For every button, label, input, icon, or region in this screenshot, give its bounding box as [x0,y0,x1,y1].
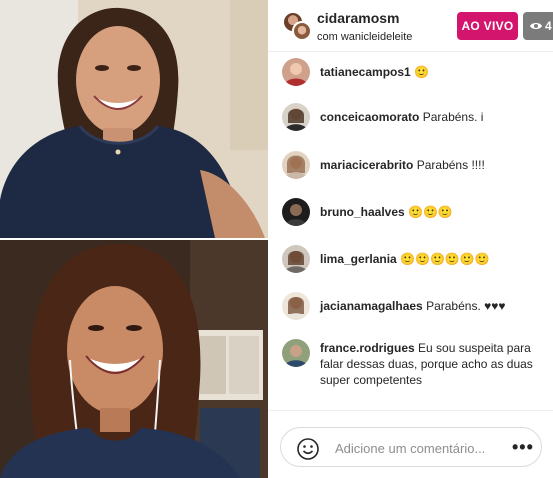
more-options-icon[interactable]: ••• [512,437,534,458]
comment-body: 🙂🙂🙂 [408,205,453,219]
live-chat-panel: cidaramosm com wanicleideleite AO VIVO 4… [268,0,553,478]
viewer-count: 4 [545,19,552,33]
comment-text: jacianamagalhaes Parabéns. ♥♥♥ [320,298,552,314]
comment-item: conceicaomorato Parabéns. i [282,103,548,133]
commenter-avatar[interactable] [282,198,310,226]
commenter-avatar[interactable] [282,103,310,131]
commenter-avatar[interactable] [282,245,310,273]
host-avatar[interactable] [282,11,312,41]
comment-item: lima_gerlania 🙂🙂🙂🙂🙂🙂 [282,245,548,275]
comment-username[interactable]: jacianamagalhaes [320,299,423,313]
guest-avatar-image [292,21,312,41]
comment-input-bar: ••• [268,410,553,478]
comment-username[interactable]: lima_gerlania [320,252,397,266]
comment-body: Parabéns. ♥♥♥ [426,299,506,313]
comment-body: Parabéns. i [422,110,484,124]
comment-text: mariacicerabrito Parabéns !!!! [320,157,552,173]
commenter-avatar[interactable] [282,339,310,367]
comment-body: 🙂🙂🙂🙂🙂🙂 [400,252,490,266]
commenter-avatar[interactable] [282,151,310,179]
comment-body: 🙂 [414,65,429,79]
live-with-text: com wanicleideleite [317,31,413,43]
comment-item: jacianamagalhaes Parabéns. ♥♥♥ [282,292,548,322]
comment-item: bruno_haalves 🙂🙂🙂 [282,198,548,228]
comment-username[interactable]: bruno_haalves [320,205,405,219]
comment-text: bruno_haalves 🙂🙂🙂 [320,204,552,220]
guest-video [0,240,268,478]
eye-icon [530,13,542,41]
comment-input[interactable] [335,437,505,459]
comment-username[interactable]: france.rodrigues [320,341,415,355]
live-header: cidaramosm com wanicleideleite AO VIVO 4 [268,0,553,52]
smiley-icon[interactable] [297,438,319,460]
viewer-count-badge[interactable]: 4 [523,12,553,40]
comment-item: mariacicerabrito Parabéns !!!! [282,151,548,181]
host-video [0,0,268,238]
host-username[interactable]: cidaramosm [317,10,399,26]
comment-username[interactable]: conceicaomorato [320,110,419,124]
comment-input-box[interactable] [280,427,542,467]
comment-username[interactable]: mariacicerabrito [320,158,413,172]
guest-video-frame [0,240,268,478]
commenter-avatar[interactable] [282,58,310,86]
comment-text: conceicaomorato Parabéns. i [320,109,552,125]
comment-text: lima_gerlania 🙂🙂🙂🙂🙂🙂 [320,251,552,267]
comment-body: Parabéns !!!! [416,158,485,172]
commenter-avatar[interactable] [282,292,310,320]
comment-item: france.rodrigues Eu sou suspeita para fa… [282,339,548,393]
comment-text: tatianecampos1 🙂 [320,64,552,80]
live-badge: AO VIVO [457,12,518,40]
comment-list: tatianecampos1 🙂 conceicaomorato Parabén… [268,52,553,412]
comment-text: france.rodrigues Eu sou suspeita para fa… [320,340,552,388]
comment-username[interactable]: tatianecampos1 [320,65,411,79]
host-video-frame [0,0,268,238]
comment-item: tatianecampos1 🙂 [282,58,548,88]
